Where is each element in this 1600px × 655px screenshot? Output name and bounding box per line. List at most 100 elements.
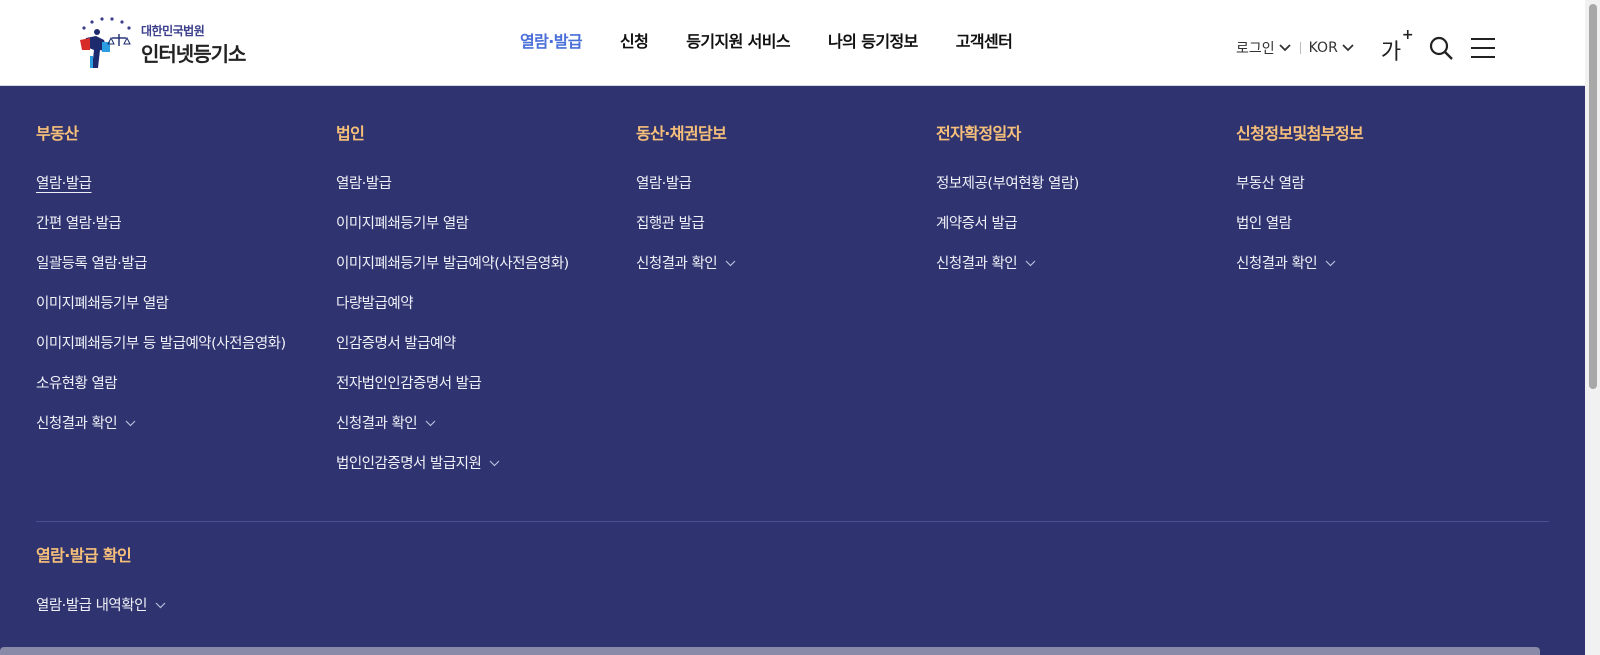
list-item: 신청결과 확인 xyxy=(936,254,1079,294)
chevron-down-icon xyxy=(1279,44,1291,52)
menu-link[interactable]: 이미지폐쇄등기부 등 발급예약(사전음영화) xyxy=(36,334,286,354)
font-size-button[interactable]: 가 + xyxy=(1380,27,1415,65)
menu-column-title: 부동산 xyxy=(36,124,79,143)
site-header: 대한민국법원 인터넷등기소 열람·발급 신청 등기지원 서비스 나의 등기정보 … xyxy=(0,0,1585,86)
nav-item-registry-support[interactable]: 등기지원 서비스 xyxy=(686,28,790,52)
menu-link[interactable]: 간편 열람·발급 xyxy=(36,214,122,234)
chevron-down-icon[interactable] xyxy=(489,460,500,467)
chevron-down-icon xyxy=(1342,44,1354,52)
list-item: 열람·발급 xyxy=(336,174,569,214)
list-item: 법인인감증명서 발급지원 xyxy=(336,454,569,494)
menu-divider xyxy=(36,521,1549,522)
list-item: 이미지폐쇄등기부 발급예약(사전음영화) xyxy=(336,254,569,294)
menu-link[interactable]: 이미지폐쇄등기부 열람 xyxy=(336,214,469,234)
menu-link[interactable]: 전자법인인감증명서 발급 xyxy=(336,374,482,394)
list-item: 전자법인인감증명서 발급 xyxy=(336,374,569,414)
mega-menu-panel: 부동산 열람·발급 간편 열람·발급 일괄등록 열람·발급 이미지폐쇄등기부 열… xyxy=(0,86,1585,655)
menu-column-movable-property: 동산·채권담보 열람·발급 집행관 발급 신청결과 확인 xyxy=(636,120,736,294)
list-item: 이미지폐쇄등기부 등 발급예약(사전음영화) xyxy=(36,334,286,374)
search-button[interactable] xyxy=(1427,34,1455,62)
menu-link[interactable]: 다량발급예약 xyxy=(336,294,414,314)
list-item: 일괄등록 열람·발급 xyxy=(36,254,286,294)
search-icon xyxy=(1429,36,1453,60)
menu-link[interactable]: 신청결과 확인 xyxy=(636,254,718,274)
all-menu-button[interactable] xyxy=(1469,34,1497,62)
nav-item-view-issue[interactable]: 열람·발급 xyxy=(520,28,583,52)
menu-link[interactable]: 신청결과 확인 xyxy=(936,254,1018,274)
language-dropdown[interactable]: KOR xyxy=(1309,40,1355,56)
list-item: 소유현황 열람 xyxy=(36,374,286,414)
menu-column-application-info: 신청정보및첨부정보 부동산 열람 법인 열람 신청결과 확인 xyxy=(1236,120,1364,294)
menu-link[interactable]: 이미지폐쇄등기부 열람 xyxy=(36,294,169,314)
chevron-down-icon[interactable] xyxy=(125,420,136,427)
menu-link[interactable]: 신청결과 확인 xyxy=(1236,254,1318,274)
list-item: 열람·발급 내역확인 xyxy=(36,596,166,636)
menu-column-electronic-date: 전자확정일자 정보제공(부여현황 열람) 계약증서 발급 신청결과 확인 xyxy=(936,120,1079,294)
site-logo[interactable]: 대한민국법원 인터넷등기소 xyxy=(78,16,268,70)
menu-link[interactable]: 열람·발급 내역확인 xyxy=(36,596,147,616)
menu-link[interactable]: 부동산 열람 xyxy=(1236,174,1305,194)
menu-link[interactable]: 열람·발급 xyxy=(336,174,392,194)
menu-column-title: 열람·발급 확인 xyxy=(36,546,132,565)
menu-link[interactable]: 인감증명서 발급예약 xyxy=(336,334,456,354)
menu-column-real-estate: 부동산 열람·발급 간편 열람·발급 일괄등록 열람·발급 이미지폐쇄등기부 열… xyxy=(36,120,286,454)
list-item: 정보제공(부여현황 열람) xyxy=(936,174,1079,214)
list-item: 신청결과 확인 xyxy=(636,254,736,294)
menu-column-title: 전자확정일자 xyxy=(936,124,1021,143)
menu-column-title: 신청정보및첨부정보 xyxy=(1236,124,1364,143)
util-divider xyxy=(1299,42,1301,54)
menu-column-title: 법인 xyxy=(336,124,365,143)
menu-link[interactable]: 집행관 발급 xyxy=(636,214,705,234)
menu-link[interactable]: 일괄등록 열람·발급 xyxy=(36,254,147,274)
login-dropdown[interactable]: 로그인 xyxy=(1236,38,1292,58)
chevron-down-icon[interactable] xyxy=(1025,260,1036,267)
menu-link[interactable]: 열람·발급 xyxy=(36,174,92,194)
logo-site-name: 인터넷등기소 xyxy=(141,42,246,66)
font-size-label: 가 xyxy=(1380,40,1402,65)
menu-link[interactable]: 신청결과 확인 xyxy=(36,414,118,434)
chevron-down-icon[interactable] xyxy=(725,260,736,267)
list-item: 부동산 열람 xyxy=(1236,174,1363,214)
list-item: 계약증서 발급 xyxy=(936,214,1079,254)
menu-column-corporation: 법인 열람·발급 이미지폐쇄등기부 열람 이미지폐쇄등기부 발급예약(사전음영화… xyxy=(336,120,569,494)
menu-column-view-confirm: 열람·발급 확인 열람·발급 내역확인 xyxy=(36,542,166,636)
utility-bar: 로그인 KOR 가 + xyxy=(1236,27,1497,66)
language-label: KOR xyxy=(1308,40,1338,56)
menu-link[interactable]: 신청결과 확인 xyxy=(336,414,418,434)
menu-column-title: 동산·채권담보 xyxy=(636,124,727,143)
menu-link[interactable]: 소유현황 열람 xyxy=(36,374,118,394)
vertical-scrollbar[interactable] xyxy=(1585,0,1600,655)
list-item: 집행관 발급 xyxy=(636,214,736,254)
nav-item-my-registry[interactable]: 나의 등기정보 xyxy=(828,28,918,52)
list-item: 열람·발급 xyxy=(636,174,736,214)
nav-item-apply[interactable]: 신청 xyxy=(620,28,649,52)
court-emblem-icon xyxy=(80,17,131,68)
list-item: 법인 열람 xyxy=(1236,214,1363,254)
chevron-down-icon[interactable] xyxy=(155,602,166,609)
menu-link[interactable]: 이미지폐쇄등기부 발급예약(사전음영화) xyxy=(336,254,569,274)
list-item: 인감증명서 발급예약 xyxy=(336,334,569,374)
list-item: 다량발급예약 xyxy=(336,294,569,334)
list-item: 이미지폐쇄등기부 열람 xyxy=(36,294,286,334)
chevron-down-icon[interactable] xyxy=(1325,260,1336,267)
menu-link[interactable]: 법인 열람 xyxy=(1236,214,1292,234)
menu-link[interactable]: 정보제공(부여현황 열람) xyxy=(936,174,1079,194)
hamburger-menu-icon xyxy=(1470,38,1495,58)
main-nav: 열람·발급 신청 등기지원 서비스 나의 등기정보 고객센터 xyxy=(520,28,1013,52)
nav-item-customer-center[interactable]: 고객센터 xyxy=(956,28,1013,52)
list-item: 열람·발급 xyxy=(36,174,286,214)
list-item: 신청결과 확인 xyxy=(1236,254,1363,294)
list-item: 신청결과 확인 xyxy=(336,414,569,454)
menu-link[interactable]: 열람·발급 xyxy=(636,174,692,194)
login-label: 로그인 xyxy=(1236,41,1275,57)
chevron-down-icon[interactable] xyxy=(425,420,436,427)
list-item: 이미지폐쇄등기부 열람 xyxy=(336,214,569,254)
horizontal-scroll-hint xyxy=(0,647,1540,655)
list-item: 간편 열람·발급 xyxy=(36,214,286,254)
logo-org-text: 대한민국법원 xyxy=(141,24,205,38)
list-item: 신청결과 확인 xyxy=(36,414,286,454)
font-size-plus: + xyxy=(1401,27,1414,43)
menu-link[interactable]: 계약증서 발급 xyxy=(936,214,1018,234)
scrollbar-thumb[interactable] xyxy=(1589,4,1597,389)
menu-link[interactable]: 법인인감증명서 발급지원 xyxy=(336,454,482,474)
